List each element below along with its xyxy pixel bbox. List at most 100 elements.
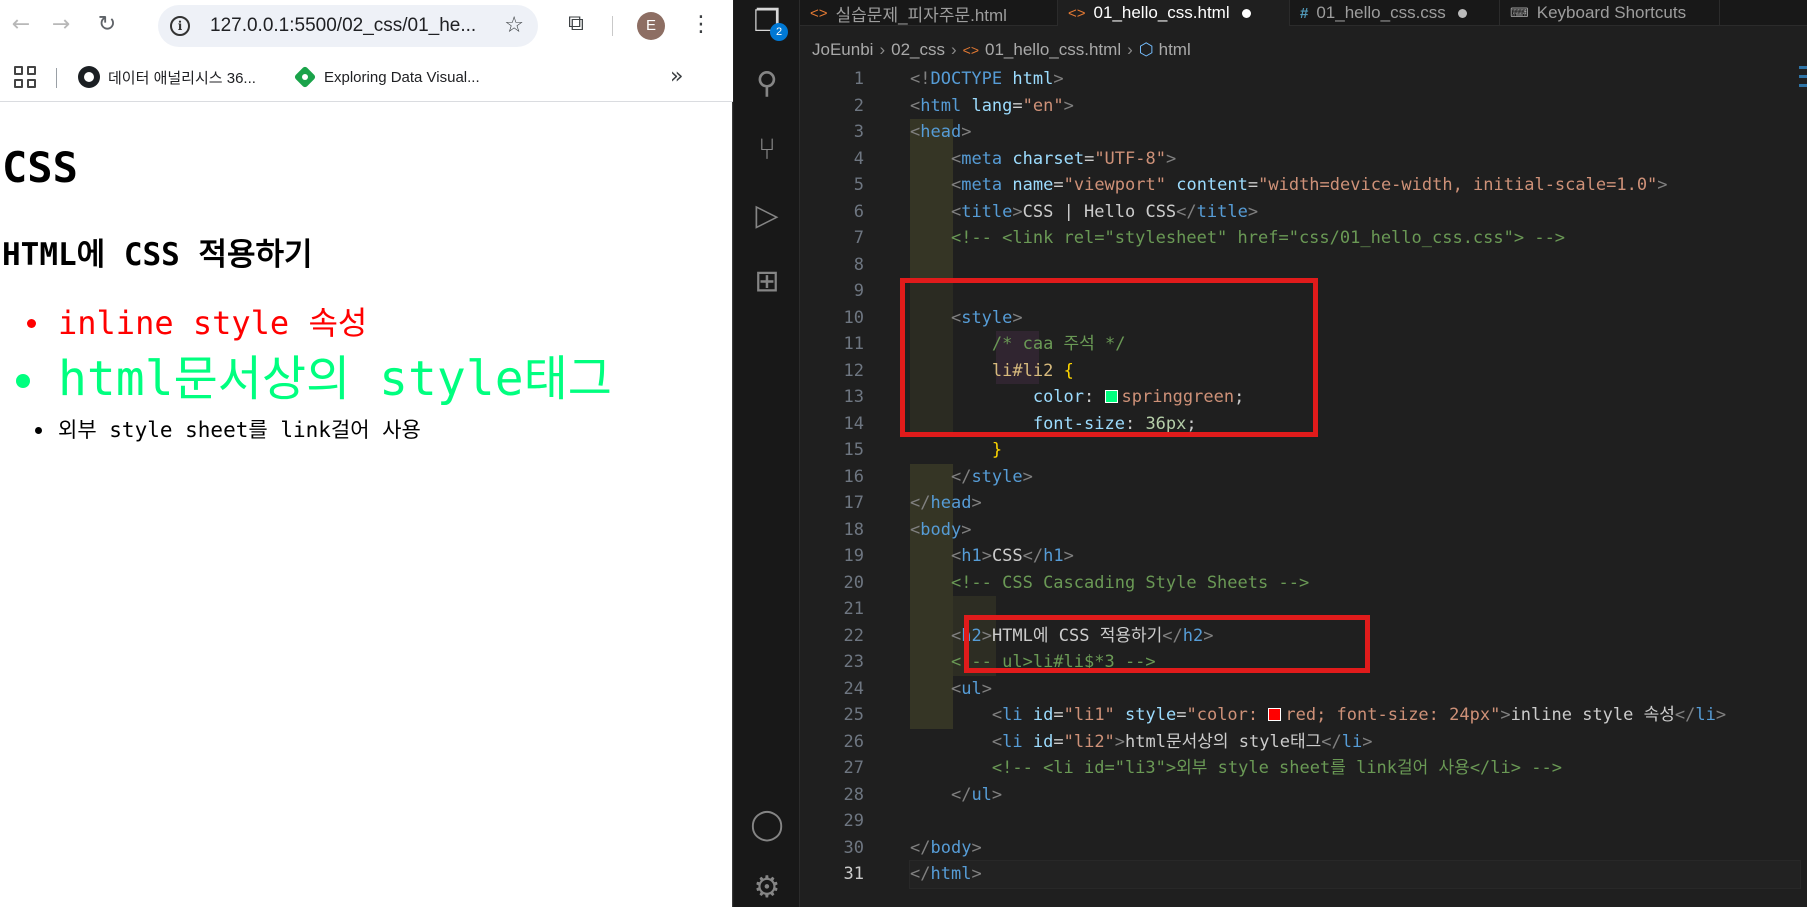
apps-grid-icon[interactable] [14, 66, 36, 88]
back-arrow-icon[interactable]: ← [6, 10, 36, 40]
line-number: 3 [853, 122, 864, 142]
breadcrumb-item[interactable]: 02_css [891, 40, 945, 60]
code-lines[interactable]: <!DOCTYPE html> <html lang="en"> <head> … [909, 66, 1801, 889]
line-number: 10 [843, 307, 864, 328]
code-line-20: <!-- CSS Cascading Style Sheets --> [910, 570, 1800, 597]
line-number: 13 [843, 387, 864, 407]
tab-keyboard-shortcuts[interactable]: ⌨ Keyboard Shortcuts [1500, 0, 1720, 26]
site-info-icon[interactable]: i [170, 16, 190, 36]
html-file-icon: <> [1068, 4, 1086, 22]
chevron-right-icon: › [1127, 40, 1133, 59]
code-line-25: <li id="li1" style="color: red; font-siz… [991, 705, 1727, 725]
color-swatch-icon[interactable] [1268, 708, 1282, 721]
extensions-puzzle-icon[interactable]: ⧉ [562, 10, 590, 38]
accounts-icon[interactable]: ◯ [747, 805, 787, 845]
code-line-31-current: </html> [909, 860, 1801, 889]
line-number: 12 [843, 360, 864, 381]
page-list: inline style 속성 html문서상의 style태그 외부 styl… [0, 299, 733, 449]
code-line-19: <h1>CSS</h1> [950, 546, 1074, 566]
breadcrumb-item[interactable]: html [1159, 40, 1191, 60]
bookmark-item[interactable]: 데이터 애널리시스 36... [78, 64, 256, 90]
forward-arrow-icon[interactable]: → [46, 10, 76, 40]
page-heading-h1: CSS [2, 143, 78, 192]
address-url[interactable]: 127.0.0.1:5500/02_css/01_he... [210, 15, 476, 37]
code-line-1: <!DOCTYPE html> [910, 69, 1064, 89]
list-item-style-tag: html문서상의 style태그 [0, 347, 733, 411]
more-bookmarks-chevron-icon[interactable]: » [670, 64, 683, 89]
li1-id-value: "li1" [1063, 705, 1115, 725]
unsaved-dot-icon[interactable] [1457, 8, 1467, 18]
line-number: 23 [843, 652, 864, 672]
datavis-icon [294, 66, 316, 88]
line-number: 29 [843, 811, 864, 831]
breadcrumb-item[interactable]: JoEunbi [812, 40, 873, 60]
code-line-30: </body> [910, 837, 982, 858]
extensions-icon[interactable]: ⊞ [747, 262, 787, 302]
code-line-3: <head> [910, 122, 972, 142]
tab-label: 01_hello_css.css [1316, 3, 1446, 22]
bookmark-item[interactable]: Exploring Data Visual... [294, 64, 480, 90]
profile-avatar[interactable]: E [637, 12, 665, 40]
line-number: 19 [843, 546, 864, 566]
source-control-icon[interactable]: ⑂ [747, 130, 787, 170]
search-icon[interactable]: ⚲ [747, 64, 787, 104]
inline-style-value: "color: [1186, 705, 1269, 725]
source-control-badge: 2 [770, 23, 788, 41]
doctype-value: html [1012, 69, 1054, 89]
browser-menu-icon[interactable]: ⋮ [690, 10, 712, 40]
breadcrumb-item[interactable]: 01_hello_css.html [985, 40, 1121, 60]
li2-id-value: "li2" [1063, 731, 1115, 752]
doctype-keyword: DOCTYPE [930, 69, 1003, 89]
line-number: 27 [843, 758, 864, 778]
css-acronym-comment: <!-- CSS Cascading Style Sheets --> [950, 572, 1310, 593]
browser-window: ← → ↻ i 127.0.0.1:5500/02_css/01_he... ☆… [0, 0, 733, 907]
tab-pizza-order-html[interactable]: <> 실습문제_피자주문.html [800, 0, 1058, 26]
meta-name-value: "viewport" [1063, 175, 1166, 195]
activity-bar: ❐ 2 ⚲ ⑂ ▷ ⊞ ◯ ⚙ [734, 0, 800, 907]
line-number: 21 [843, 599, 864, 619]
line-number: 20 [843, 572, 864, 593]
code-line-5: <meta name="viewport" content="width=dev… [950, 175, 1668, 195]
bookmark-label: Exploring Data Visual... [324, 68, 480, 86]
keyboard-icon: ⌨ [1510, 5, 1529, 20]
browser-toolbar: ← → ↻ i 127.0.0.1:5500/02_css/01_he... ☆… [0, 0, 733, 52]
code-line-28: </ul> [950, 784, 1003, 805]
line-number: 4 [853, 148, 864, 169]
inline-style-value: red; font-size: 24px" [1285, 705, 1501, 725]
code-line-7: <!-- <link rel="stylesheet" href="css/01… [910, 225, 1800, 252]
tab-hello-css-html[interactable]: <> 01_hello_css.html [1058, 0, 1290, 26]
line-number: 26 [843, 731, 864, 752]
tab-label: 01_hello_css.html [1093, 3, 1230, 22]
bookmark-star-icon[interactable]: ☆ [504, 13, 524, 38]
html-file-icon: <> [810, 4, 828, 22]
li2-text: html문서상의 style태그 [1125, 731, 1322, 752]
tab-hello-css-css[interactable]: # 01_hello_css.css [1290, 0, 1500, 26]
code-editor[interactable]: 1 2 3 4 5 6 7 8 9 10 11 12 13 14 15 16 1… [800, 66, 1807, 907]
line-number: 24 [843, 678, 864, 699]
code-line-17: </head> [910, 493, 982, 513]
code-line-27: <!-- <li id="li3">외부 style sheet를 link걸어… [910, 755, 1800, 782]
manage-gear-icon[interactable]: ⚙ [747, 868, 787, 907]
minimap[interactable] [1799, 66, 1807, 126]
chevron-right-icon: › [879, 40, 886, 59]
page-heading-h2: HTML에 CSS 적용하기 [2, 237, 313, 273]
link-comment: <!-- <link rel="stylesheet" href="css/01… [950, 228, 1566, 248]
html-file-icon: <> [962, 42, 980, 58]
unsaved-dot-icon[interactable] [1241, 8, 1251, 18]
run-debug-icon[interactable]: ▷ [747, 196, 787, 236]
reload-icon[interactable]: ↻ [92, 10, 122, 40]
github-icon [78, 66, 100, 88]
code-line-24: <ul> [950, 678, 992, 699]
line-number: 25 [843, 705, 864, 725]
h1-text: CSS [991, 546, 1023, 566]
lang-value: "en" [1022, 95, 1064, 116]
line-number: 16 [843, 466, 864, 487]
chevron-right-icon: › [950, 40, 957, 59]
line-number: 15 [843, 440, 864, 460]
address-bar[interactable]: i 127.0.0.1:5500/02_css/01_he... ☆ [158, 5, 538, 47]
meta-content-value: "width=device-width, initial-scale=1.0" [1258, 175, 1658, 195]
bookmarks-divider [56, 68, 57, 88]
line-number: 2 [853, 95, 864, 116]
breadcrumb: JoEunbi › 02_css › <> 01_hello_css.html … [812, 38, 1191, 62]
